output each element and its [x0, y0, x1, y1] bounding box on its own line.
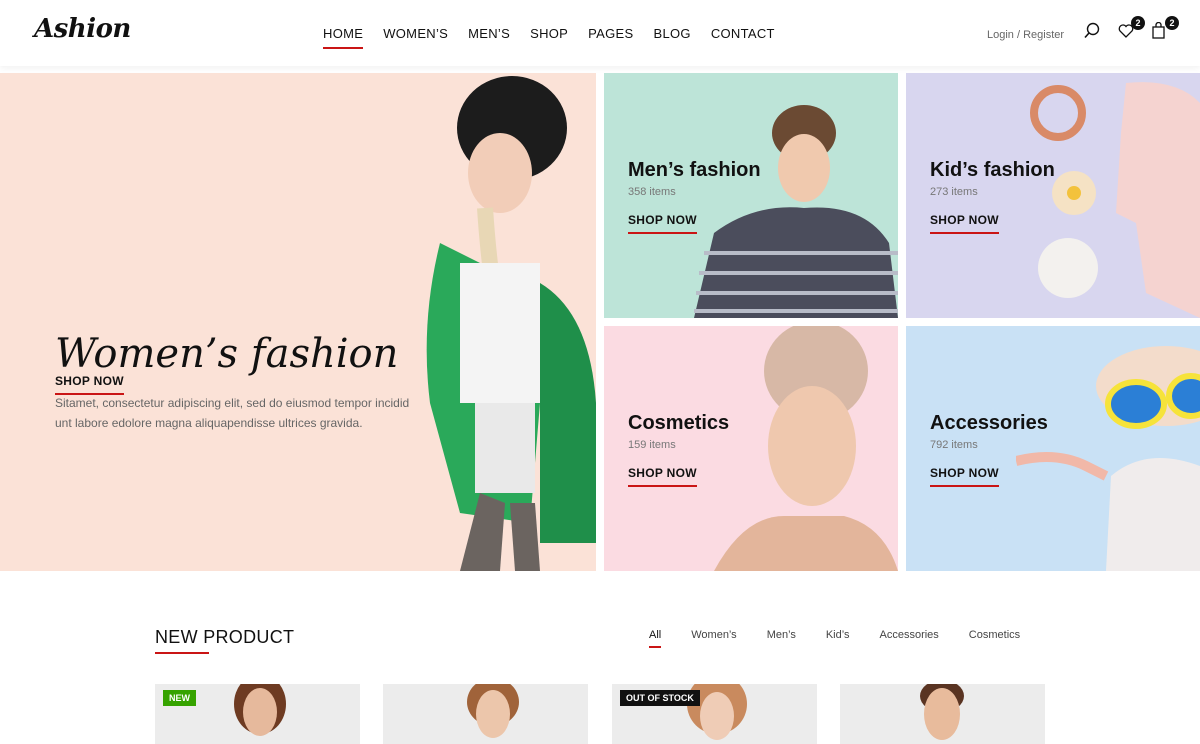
tile-kids-fashion: Kid’s fashion 273 items SHOP NOW	[906, 73, 1200, 318]
nav-womens[interactable]: WOMEN’S	[383, 26, 448, 41]
hero-title: Women’s fashion	[55, 331, 399, 377]
logo[interactable]: Ashion	[34, 14, 131, 44]
wishlist-button[interactable]: 2	[1117, 16, 1145, 42]
cart-button[interactable]: 2	[1151, 16, 1179, 42]
nav-pages[interactable]: PAGES	[588, 26, 633, 41]
nav-blog[interactable]: BLOG	[653, 26, 690, 41]
product-image	[920, 684, 964, 740]
hero-shop-now-link[interactable]: SHOP NOW	[55, 374, 124, 395]
main-nav: HOME WOMEN’S MEN’S SHOP PAGES BLOG CONTA…	[323, 26, 795, 49]
tile-item-count: 159 items	[628, 439, 676, 451]
tile-accessories: Accessories 792 items SHOP NOW	[906, 326, 1200, 571]
product-filter-tabs: All Women’s Men’s Kid’s Accessories Cosm…	[649, 629, 1050, 648]
hero-womens-fashion: Women’s fashion Sitamet, consectetur adi…	[0, 73, 596, 571]
tile-shop-now-link[interactable]: SHOP NOW	[930, 213, 999, 234]
tile-item-count: 273 items	[930, 186, 978, 198]
cosmetics-model-image	[714, 326, 898, 571]
product-card[interactable]	[840, 684, 1045, 744]
nav-mens[interactable]: MEN’S	[468, 26, 510, 41]
product-card[interactable]	[383, 684, 588, 744]
nav-contact[interactable]: CONTACT	[711, 26, 775, 41]
tile-shop-now-link[interactable]: SHOP NOW	[930, 466, 999, 487]
cart-count-badge: 2	[1165, 16, 1179, 30]
tile-title: Accessories	[930, 412, 1048, 434]
wishlist-count-badge: 2	[1131, 16, 1145, 30]
womens-model-image	[426, 76, 596, 571]
new-badge: NEW	[163, 690, 196, 706]
product-image	[234, 684, 286, 736]
tile-shop-now-link[interactable]: SHOP NOW	[628, 213, 697, 234]
filter-accessories[interactable]: Accessories	[880, 629, 939, 641]
filter-all[interactable]: All	[649, 629, 662, 648]
filter-womens[interactable]: Women’s	[691, 629, 736, 641]
tile-mens-fashion: Men’s fashion 358 items SHOP NOW	[604, 73, 898, 318]
hero-description: Sitamet, consectetur adipiscing elit, se…	[55, 396, 410, 430]
tile-item-count: 358 items	[628, 186, 676, 198]
tile-title: Kid’s fashion	[930, 159, 1055, 181]
tile-cosmetics: Cosmetics 159 items SHOP NOW	[604, 326, 898, 571]
mens-model-image	[694, 105, 898, 318]
tile-title: Men’s fashion	[628, 159, 761, 181]
tile-title: Cosmetics	[628, 412, 730, 434]
new-product-title: NEW PRODUCT	[155, 627, 295, 654]
site-header: Ashion HOME WOMEN’S MEN’S SHOP PAGES BLO…	[0, 0, 1200, 66]
nav-shop[interactable]: SHOP	[530, 26, 568, 41]
product-card[interactable]: NEW	[155, 684, 360, 744]
filter-mens[interactable]: Men’s	[767, 629, 796, 641]
product-card[interactable]: OUT OF STOCK	[612, 684, 817, 744]
accessories-model-image	[1016, 346, 1200, 571]
kids-products-image	[1030, 82, 1200, 318]
out-of-stock-badge: OUT OF STOCK	[620, 690, 700, 706]
search-icon[interactable]	[1083, 22, 1103, 42]
filter-cosmetics[interactable]: Cosmetics	[969, 629, 1020, 641]
login-register-link[interactable]: Login / Register	[987, 29, 1064, 41]
tile-shop-now-link[interactable]: SHOP NOW	[628, 466, 697, 487]
filter-kids[interactable]: Kid’s	[826, 629, 850, 641]
product-image	[467, 684, 519, 738]
nav-home[interactable]: HOME	[323, 26, 364, 49]
tile-item-count: 792 items	[930, 439, 978, 451]
